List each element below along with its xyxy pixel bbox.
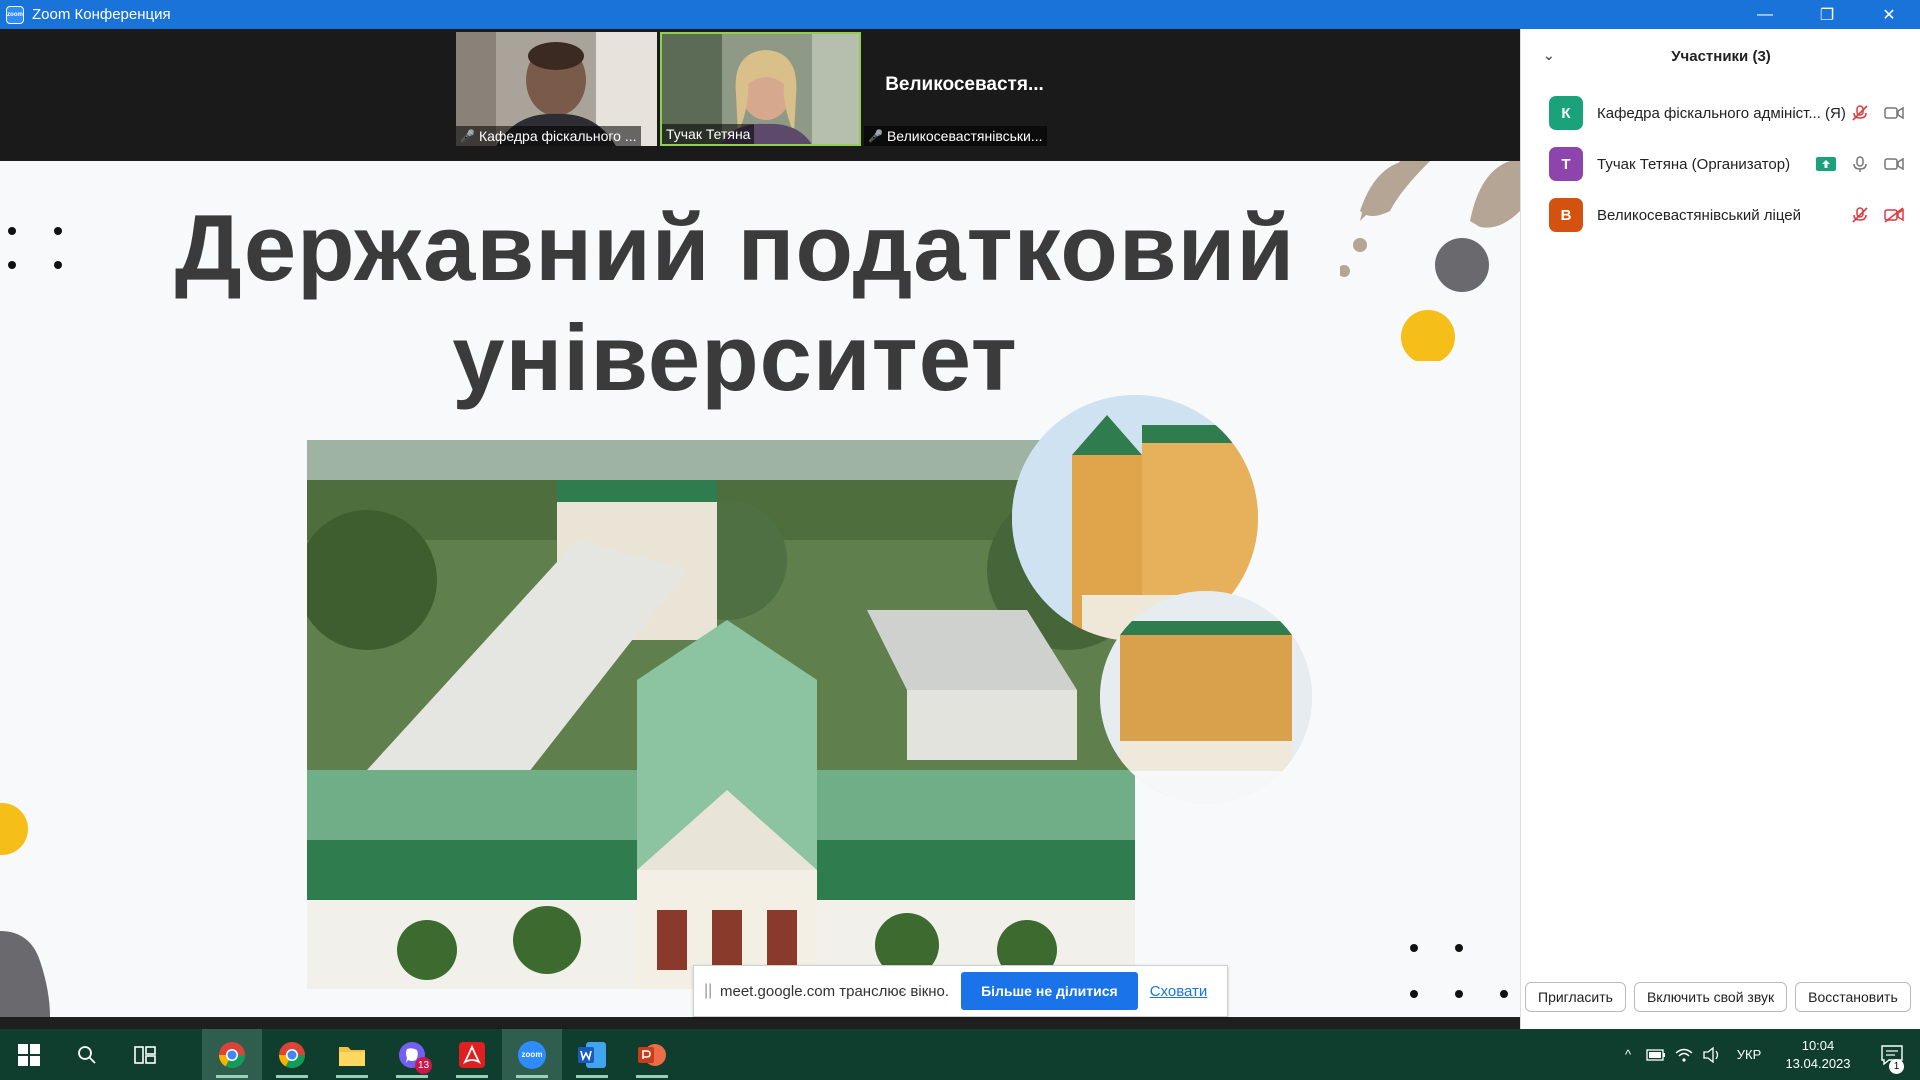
close-button[interactable]: ✕ (1858, 0, 1920, 29)
wifi-icon[interactable] (1670, 1029, 1698, 1080)
microphone-icon[interactable] (1849, 154, 1871, 174)
screen-share-icon (1815, 154, 1837, 174)
meeting-main-area: 🎤 Кафедра фіскального ... Тучак Тетяна В… (0, 29, 1520, 1029)
participant-row[interactable]: Т Тучак Тетяна (Организатор) (1521, 139, 1920, 189)
unmute-button[interactable]: Включить свой звук (1633, 982, 1788, 1012)
decor-shapes (0, 803, 50, 1017)
video-tile-active-speaker[interactable]: Тучак Тетяна (660, 32, 861, 146)
decor-dot (1410, 944, 1418, 952)
chevron-up-icon[interactable]: ^ (1614, 1029, 1642, 1080)
start-button[interactable] (0, 1029, 58, 1080)
chevron-down-icon[interactable]: ⌄ (1543, 47, 1555, 64)
avatar: В (1549, 198, 1583, 232)
participants-panel: ⌄ Участники (3) К Кафедра фіскального ад… (1520, 29, 1920, 1029)
clock[interactable]: 10:04 13.04.2023 (1772, 1037, 1864, 1073)
task-view-icon (134, 1045, 156, 1064)
notifications-button[interactable]: 1 (1864, 1029, 1920, 1080)
participants-actions: Пригласить Включить свой звук Восстанови… (1521, 982, 1920, 1016)
window-titlebar: zoom Zoom Конференция — ❐ ✕ (0, 0, 1920, 29)
drag-handle-icon[interactable]: || (704, 982, 714, 1000)
participant-row[interactable]: В Великосевастянівський ліцей (1521, 190, 1920, 240)
taskbar-viber[interactable]: 13 (382, 1029, 442, 1080)
video-tile-name: Кафедра фіскального ... (478, 128, 637, 144)
clock-date: 13.04.2023 (1785, 1055, 1851, 1071)
taskbar-powerpoint[interactable] (622, 1029, 682, 1080)
chrome-icon (218, 1041, 246, 1068)
search-button[interactable] (58, 1029, 116, 1080)
powerpoint-icon (638, 1043, 666, 1066)
taskbar-acrobat[interactable] (442, 1029, 502, 1080)
participants-title: Участники (3) (1671, 47, 1771, 65)
window-title: Zoom Конференция (32, 6, 171, 23)
taskbar-chrome[interactable] (202, 1029, 262, 1080)
decor-dot (54, 261, 62, 269)
invite-button[interactable]: Пригласить (1525, 982, 1626, 1012)
participant-name: Великосевастянівський ліцей (1597, 206, 1801, 224)
viber-badge: 13 (415, 1057, 432, 1074)
battery-icon[interactable] (1642, 1029, 1670, 1080)
mic-muted-icon[interactable] (1849, 205, 1871, 225)
taskbar-chrome[interactable] (262, 1029, 322, 1080)
decor-dot (1500, 990, 1508, 998)
video-tile-name: Тучак Тетяна (666, 126, 751, 142)
share-message: meet.google.com транслює вікно. (720, 982, 950, 1000)
search-icon (78, 1045, 96, 1064)
participants-header: ⌄ Участники (3) (1521, 29, 1920, 83)
decor-shapes (1340, 161, 1520, 361)
video-tile[interactable]: Великосевастя... 🎤 Великосевастянівськи.… (864, 32, 1065, 146)
mic-off-icon: 🎤 (460, 129, 475, 143)
video-strip: 🎤 Кафедра фіскального ... Тучак Тетяна В… (0, 29, 1520, 161)
windows-logo-icon (18, 1043, 40, 1066)
windows-taskbar: 13 zoom ^ УКР 10:04 13.04.2023 1 (0, 1029, 1920, 1080)
language-indicator[interactable]: УКР (1726, 1029, 1772, 1080)
participant-name: Тучак Тетяна (Организатор) (1597, 155, 1791, 173)
video-tile[interactable]: 🎤 Кафедра фіскального ... (456, 32, 657, 146)
participant-name: Кафедра фіскального адмініст... (Я) (1597, 104, 1846, 122)
decor-dot (54, 227, 62, 235)
decor-dot (1455, 944, 1463, 952)
mic-off-icon: 🎤 (868, 129, 883, 143)
zoom-app-icon: zoom (6, 5, 24, 24)
acrobat-icon (459, 1041, 485, 1068)
folder-icon (339, 1046, 365, 1066)
task-view-button[interactable] (116, 1029, 174, 1080)
video-tile-big-name: Великосевастя... (885, 74, 1044, 95)
decor-dot (8, 261, 16, 269)
hide-banner-link[interactable]: Сховати (1150, 983, 1208, 1000)
restore-button[interactable]: ❐ (1796, 0, 1858, 29)
avatar: Т (1549, 147, 1583, 181)
taskbar-file-explorer[interactable] (322, 1029, 382, 1080)
video-camera-icon[interactable] (1883, 154, 1905, 174)
restore-button[interactable]: Восстановить (1795, 982, 1911, 1012)
system-tray: ^ УКР 10:04 13.04.2023 1 (1614, 1029, 1920, 1080)
stop-sharing-button[interactable]: Більше не ділитися (961, 972, 1138, 1010)
slide-title-line1: Державний податковий (174, 195, 1296, 300)
mic-muted-icon[interactable] (1849, 103, 1871, 123)
video-off-icon[interactable] (1883, 205, 1905, 225)
speaker-icon[interactable] (1698, 1029, 1726, 1080)
chrome-icon (278, 1041, 306, 1068)
shared-screen: Державний податковий університет (0, 161, 1520, 1017)
university-winter-photo (1100, 591, 1312, 803)
video-tile-name: Великосевастянівськи... (886, 128, 1043, 144)
clock-time: 10:04 (1801, 1037, 1835, 1053)
avatar: К (1549, 96, 1583, 130)
university-aerial-photo (307, 440, 1135, 989)
minimize-button[interactable]: — (1734, 0, 1796, 29)
zoom-label: zoom (521, 1050, 543, 1059)
word-icon (578, 1041, 606, 1068)
notification-badge: 1 (1889, 1059, 1904, 1074)
decor-dot (1410, 990, 1418, 998)
taskbar-word[interactable] (562, 1029, 622, 1080)
taskbar-zoom[interactable]: zoom (502, 1029, 562, 1080)
participant-row[interactable]: К Кафедра фіскального адмініст... (Я) (1521, 88, 1920, 138)
decor-dot (1455, 990, 1463, 998)
screen-share-banner: || meet.google.com транслює вікно. Більш… (693, 965, 1228, 1017)
video-camera-icon[interactable] (1883, 103, 1905, 123)
decor-dot (8, 227, 16, 235)
slide-title-line2: університет (452, 305, 1018, 410)
